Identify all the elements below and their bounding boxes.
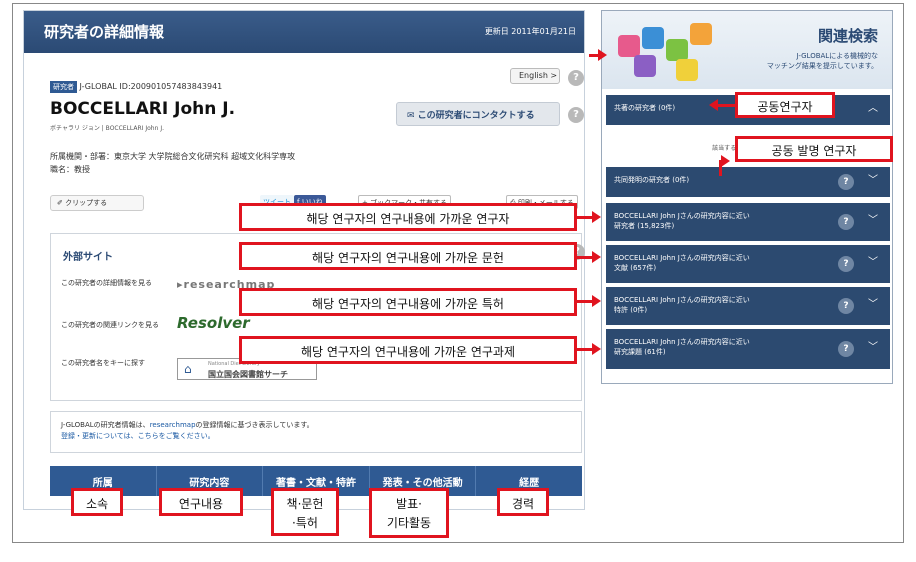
panel-header: 研究者の詳細情報 更新日 2011年01月21日 bbox=[24, 11, 584, 53]
external-row-label: この研究者の関連リンクを見る bbox=[61, 321, 159, 329]
chevron-up-icon[interactable]: ︿ bbox=[868, 104, 878, 114]
chevron-down-icon[interactable]: ﹀ bbox=[868, 300, 878, 310]
annotation-near-patents: 해당 연구자의 연구내용에 가까운 특허 bbox=[239, 288, 577, 316]
annotation-talks-line2: 기타활동 bbox=[386, 516, 432, 530]
annotation-books: 책·문헌 ·특허 bbox=[271, 488, 339, 536]
clip-button[interactable]: ✐ クリップする bbox=[50, 195, 144, 211]
annotation-arrow bbox=[577, 251, 601, 263]
help-icon[interactable]: ? bbox=[838, 174, 854, 190]
related-search-subtitle: マッチング結果を提示しています。 bbox=[766, 62, 878, 70]
annotation-books-line2: ·특허 bbox=[292, 516, 318, 530]
help-icon[interactable]: ? bbox=[838, 214, 854, 230]
annotation-arrow bbox=[589, 49, 607, 61]
resolver-logo-link[interactable]: Resolver bbox=[177, 314, 250, 332]
page-title: 研究者の詳細情報 bbox=[44, 23, 165, 41]
annotation-research: 연구내용 bbox=[159, 488, 243, 516]
annotation-talks: 발표· 기타활동 bbox=[369, 488, 449, 538]
annotation-coauthor: 공동연구자 bbox=[735, 92, 835, 118]
annotation-arrow bbox=[709, 99, 735, 111]
info-box: J-GLOBALの研究者情報は、researchmapの登録情報に基づき表示して… bbox=[50, 411, 582, 453]
annotation-books-line1: 책·문헌 bbox=[286, 497, 324, 511]
annotation-career: 경력 bbox=[497, 488, 549, 516]
ndl-main-label: 国立国会図書館サーチ bbox=[208, 370, 288, 379]
coauthors-label: 共著の研究者 (0件) bbox=[614, 104, 676, 112]
updated-date: 更新日 2011年01月21日 bbox=[484, 27, 576, 36]
help-icon[interactable]: ? bbox=[838, 256, 854, 272]
jglobal-id: J-GLOBAL ID:200901057483843941 bbox=[79, 82, 223, 91]
researcher-kana: ボチャラリ ジョン | BOCCELLARI John J. bbox=[50, 125, 164, 132]
similar-patents-count: 特許 (0件) bbox=[614, 306, 648, 314]
help-icon[interactable]: ? bbox=[838, 298, 854, 314]
annotation-coinventor: 공동 발명 연구자 bbox=[735, 136, 893, 162]
external-row-label: この研究者名をキーに探す bbox=[61, 359, 145, 367]
affiliation-text: 所属機関・部署：東京大学 大学院総合文化研究科 超域文化科学専攻 bbox=[50, 152, 296, 161]
contact-researcher-button[interactable]: ✉ この研究者にコンタクトする bbox=[396, 102, 560, 126]
external-sites-title: 外部サイト bbox=[63, 252, 113, 263]
researcher-name: BOCCELLARI John J. bbox=[50, 99, 236, 119]
library-icon: ⌂ bbox=[184, 362, 192, 376]
similar-researchers-label: BOCCELLARI John Jさんの研究内容に近い bbox=[614, 212, 750, 220]
info-text: の登録情報に基づき表示しています。 bbox=[195, 421, 314, 429]
related-search-panel: 関連検索 J-GLOBALによる機械的な マッチング結果を提示しています。 共著… bbox=[601, 10, 893, 384]
coinventors-row[interactable]: 共同発明の研究者 (0件) ? ﹀ bbox=[606, 167, 890, 197]
annotation-arrow bbox=[577, 343, 601, 355]
annotation-affiliation: 소속 bbox=[71, 488, 123, 516]
similar-literature-count: 文献 (657件) bbox=[614, 264, 657, 272]
annotation-near-projects: 해당 연구자의 연구내용에 가까운 연구과제 bbox=[239, 336, 577, 364]
annotation-arrow bbox=[577, 295, 601, 307]
similar-researchers-count: 研究者 (15,823件) bbox=[614, 222, 675, 230]
researcher-tag: 研究者 bbox=[50, 81, 77, 93]
similar-projects-row[interactable]: BOCCELLARI John Jさんの研究内容に近い 研究課題 (61件) ?… bbox=[606, 329, 890, 369]
annotation-near-literature: 해당 연구자의 연구내용에 가까운 문헌 bbox=[239, 242, 577, 270]
related-search-header: 関連検索 J-GLOBALによる機械的な マッチング結果を提示しています。 bbox=[602, 11, 892, 89]
researcher-id-row: 研究者 J-GLOBAL ID:200901057483843941 bbox=[50, 81, 222, 93]
screenshot-frame: 研究者の詳細情報 更新日 2011年01月21日 研究者 J-GLOBAL ID… bbox=[12, 3, 904, 543]
related-search-title: 関連検索 bbox=[817, 27, 878, 45]
annotation-arrow bbox=[577, 211, 601, 223]
position-text: 職名：教授 bbox=[50, 165, 90, 174]
external-row-label: この研究者の詳細情報を見る bbox=[61, 279, 152, 287]
chevron-down-icon[interactable]: ﹀ bbox=[868, 258, 878, 268]
info-text: J-GLOBALの研究者情報は、 bbox=[61, 421, 150, 429]
similar-projects-count: 研究課題 (61件) bbox=[614, 348, 666, 356]
chevron-down-icon[interactable]: ﹀ bbox=[868, 216, 878, 226]
similar-literature-label: BOCCELLARI John Jさんの研究内容に近い bbox=[614, 254, 750, 262]
similar-literature-row[interactable]: BOCCELLARI John Jさんの研究内容に近い 文献 (657件) ? … bbox=[606, 245, 890, 283]
similar-patents-row[interactable]: BOCCELLARI John Jさんの研究内容に近い 特許 (0件) ? ﹀ bbox=[606, 287, 890, 325]
annotation-talks-line1: 발표· bbox=[396, 497, 422, 511]
annotation-near-researchers: 해당 연구자의 연구내용에 가까운 연구자 bbox=[239, 203, 577, 231]
similar-projects-label: BOCCELLARI John Jさんの研究内容に近い bbox=[614, 338, 750, 346]
annotation-arrow bbox=[719, 155, 730, 176]
researchmap-link[interactable]: researchmap bbox=[150, 421, 196, 429]
chevron-down-icon[interactable]: ﹀ bbox=[868, 343, 878, 353]
related-search-subtitle: J-GLOBALによる機械的な bbox=[796, 52, 878, 60]
english-button[interactable]: English > bbox=[510, 68, 560, 84]
puzzle-logo-icon bbox=[616, 17, 716, 81]
help-icon[interactable]: ? bbox=[838, 341, 854, 357]
chevron-down-icon[interactable]: ﹀ bbox=[868, 176, 878, 186]
similar-patents-label: BOCCELLARI John Jさんの研究内容に近い bbox=[614, 296, 750, 304]
coinventors-label: 共同発明の研究者 (0件) bbox=[614, 176, 690, 184]
help-icon[interactable]: ? bbox=[568, 70, 584, 86]
update-info-link[interactable]: 登録・更新については、こちらをご覧ください。 bbox=[61, 432, 215, 440]
similar-researchers-row[interactable]: BOCCELLARI John Jさんの研究内容に近い 研究者 (15,823件… bbox=[606, 203, 890, 241]
help-icon[interactable]: ? bbox=[568, 107, 584, 123]
